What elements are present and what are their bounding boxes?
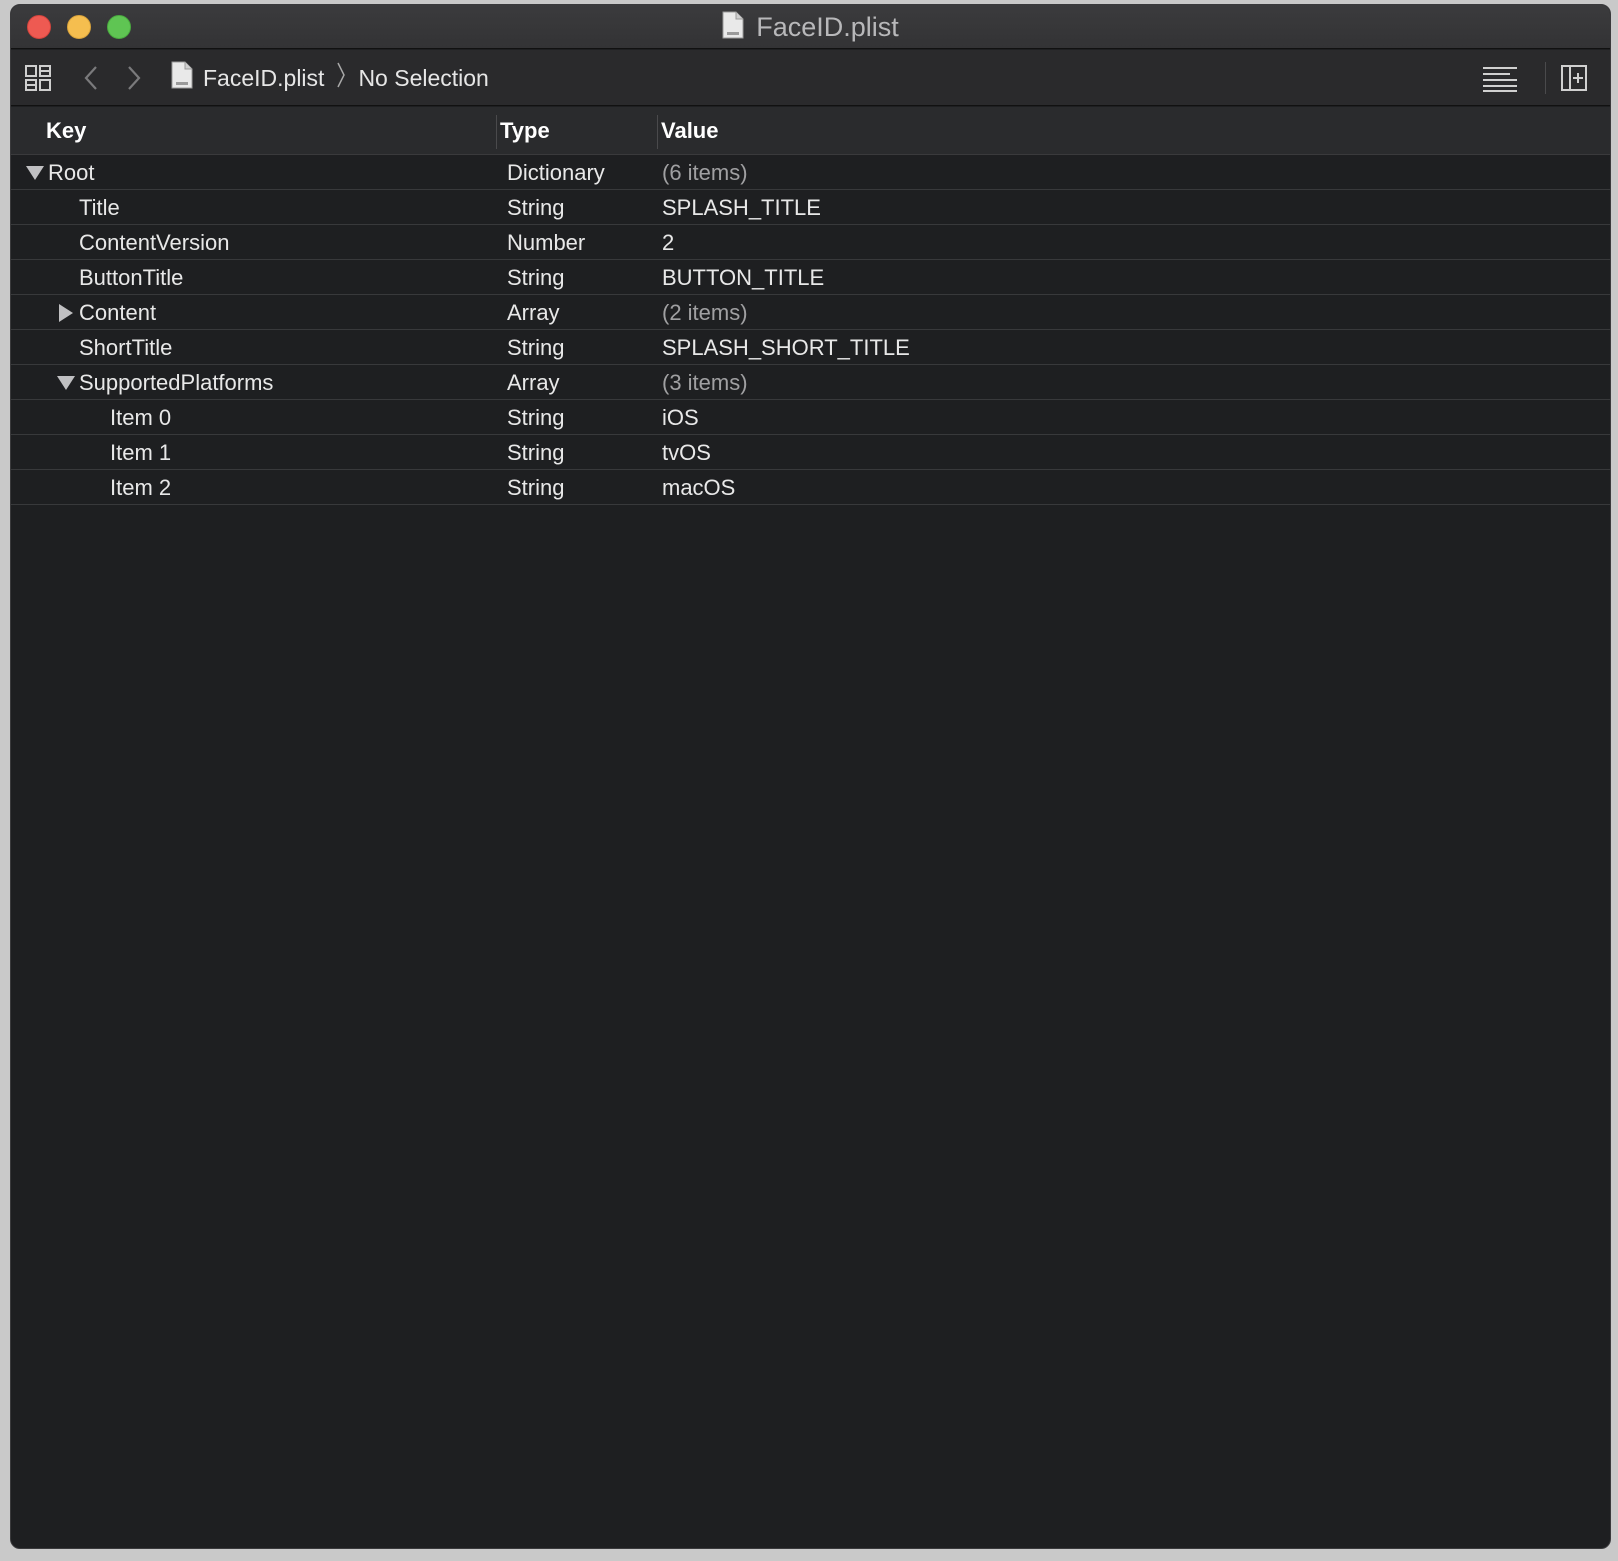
row-value[interactable]: macOS xyxy=(662,470,735,505)
editor-options-icon[interactable] xyxy=(1481,63,1519,93)
column-header-key[interactable]: Key xyxy=(46,107,86,155)
table-row[interactable]: Item 2 String macOS xyxy=(11,470,1610,505)
row-key: SupportedPlatforms xyxy=(79,369,274,395)
row-type[interactable]: Array xyxy=(507,295,560,330)
row-key: ShortTitle xyxy=(79,334,173,360)
row-value[interactable]: tvOS xyxy=(662,435,711,470)
breadcrumb-separator-icon xyxy=(336,61,346,96)
row-value[interactable]: SPLASH_SHORT_TITLE xyxy=(662,330,910,365)
row-key: Item 1 xyxy=(110,439,172,465)
row-key: Item 2 xyxy=(110,474,172,500)
row-value: (3 items) xyxy=(662,369,748,395)
row-type[interactable]: String xyxy=(507,400,564,435)
plist-file-icon xyxy=(171,61,193,95)
back-arrow-icon[interactable] xyxy=(79,63,103,93)
table-row[interactable]: ShortTitle String SPLASH_SHORT_TITLE xyxy=(11,330,1610,365)
row-type[interactable]: String xyxy=(507,260,564,295)
breadcrumb-file[interactable]: FaceID.plist xyxy=(203,65,324,92)
table-row[interactable]: ContentVersion Number 2 xyxy=(11,225,1610,260)
table-row[interactable]: Title String SPLASH_TITLE xyxy=(11,190,1610,225)
forward-arrow-icon[interactable] xyxy=(122,63,146,93)
table-row[interactable]: Root Dictionary (6 items) xyxy=(11,155,1610,190)
add-editor-icon[interactable] xyxy=(1559,63,1589,93)
row-value: (2 items) xyxy=(662,299,748,325)
table-header: Key Type Value xyxy=(11,107,1610,155)
row-value[interactable]: SPLASH_TITLE xyxy=(662,190,821,225)
row-type[interactable]: String xyxy=(507,470,564,505)
row-key: Title xyxy=(79,194,120,220)
plist-file-icon xyxy=(722,11,744,44)
column-divider[interactable] xyxy=(657,115,658,149)
breadcrumb-selection[interactable]: No Selection xyxy=(358,65,488,92)
related-items-icon[interactable] xyxy=(23,63,53,93)
column-header-type[interactable]: Type xyxy=(500,107,550,155)
plist-rows: Root Dictionary (6 items) Title String S… xyxy=(11,155,1610,505)
row-value[interactable]: BUTTON_TITLE xyxy=(662,260,824,295)
disclosure-collapsed-icon[interactable] xyxy=(56,295,76,330)
column-header-value[interactable]: Value xyxy=(661,107,718,155)
table-row[interactable]: SupportedPlatforms Array (3 items) xyxy=(11,365,1610,400)
title-bar: FaceID.plist xyxy=(11,5,1610,49)
row-key: Item 0 xyxy=(110,404,172,430)
disclosure-expanded-icon[interactable] xyxy=(25,155,45,190)
row-type[interactable]: Dictionary xyxy=(507,155,605,190)
row-type[interactable]: String xyxy=(507,190,564,225)
toolbar-divider xyxy=(1545,62,1546,94)
window-title: FaceID.plist xyxy=(756,11,899,42)
row-type[interactable]: Number xyxy=(507,225,585,260)
table-row[interactable]: Item 0 String iOS xyxy=(11,400,1610,435)
row-value: (6 items) xyxy=(662,159,748,185)
breadcrumb: FaceID.plist No Selection xyxy=(171,50,489,106)
row-key: Root xyxy=(48,159,95,185)
table-row[interactable]: Content Array (2 items) xyxy=(11,295,1610,330)
row-value[interactable]: 2 xyxy=(662,225,674,260)
row-key: ContentVersion xyxy=(79,229,230,255)
column-divider[interactable] xyxy=(496,115,497,149)
row-type[interactable]: String xyxy=(507,435,564,470)
plist-editor-window: FaceID.plist FaceID.plist No Selection K… xyxy=(10,4,1611,1549)
table-row[interactable]: ButtonTitle String BUTTON_TITLE xyxy=(11,260,1610,295)
row-key: Content xyxy=(79,299,157,325)
window-title-group: FaceID.plist xyxy=(11,5,1610,49)
row-value[interactable]: iOS xyxy=(662,400,699,435)
row-key: ButtonTitle xyxy=(79,264,184,290)
disclosure-expanded-icon[interactable] xyxy=(56,365,76,400)
row-type[interactable]: Array xyxy=(507,365,560,400)
jump-bar: FaceID.plist No Selection xyxy=(11,50,1610,106)
table-row[interactable]: Item 1 String tvOS xyxy=(11,435,1610,470)
row-type[interactable]: String xyxy=(507,330,564,365)
